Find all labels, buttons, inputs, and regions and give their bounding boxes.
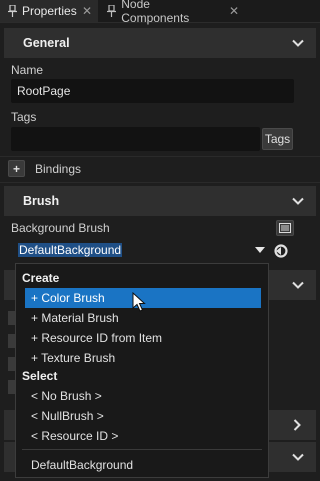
mouse-cursor-icon (132, 292, 146, 312)
name-field[interactable]: RootPage (11, 79, 294, 103)
pin-icon[interactable] (106, 5, 117, 17)
menu-group-create: Create (22, 271, 60, 285)
tags-button[interactable]: Tags (262, 128, 293, 150)
background-brush-label: Background Brush (11, 221, 110, 235)
chevron-down-icon[interactable] (292, 37, 304, 49)
section-brush-header[interactable]: Brush (4, 186, 316, 216)
divider (0, 182, 320, 183)
reset-icon[interactable] (273, 243, 289, 259)
chevron-right-icon[interactable] (291, 419, 303, 431)
chevron-down-icon[interactable] (292, 195, 304, 207)
divider (0, 156, 320, 157)
menu-item-no-brush[interactable]: < No Brush > (25, 386, 261, 406)
tab-bar: Properties ✕ Node Components ✕ (0, 0, 320, 25)
tags-label: Tags (11, 110, 37, 124)
tab-properties[interactable]: Properties ✕ (0, 0, 98, 22)
menu-item-default-background[interactable]: DefaultBackground (25, 455, 261, 475)
name-field-value: RootPage (17, 84, 71, 98)
menu-item-nullbrush[interactable]: < NullBrush > (25, 406, 261, 426)
dropdown-selected-value: DefaultBackground (18, 243, 123, 257)
section-title: General (23, 36, 70, 50)
menu-group-select: Select (22, 369, 58, 383)
menu-item-texture-brush[interactable]: + Texture Brush (25, 348, 261, 368)
brush-editor-icon (279, 223, 291, 233)
plus-icon: + (12, 161, 20, 176)
dropdown-arrow-icon[interactable] (255, 247, 265, 254)
pin-icon[interactable] (6, 5, 18, 17)
section-title: Brush (23, 194, 60, 208)
chevron-down-icon[interactable] (292, 451, 304, 463)
add-binding-button[interactable]: + (8, 160, 25, 177)
close-icon[interactable]: ✕ (82, 4, 92, 18)
close-icon[interactable]: ✕ (229, 4, 239, 18)
tab-properties-label: Properties (22, 4, 77, 18)
section-general-header[interactable]: General (4, 28, 316, 58)
background-brush-dropdown[interactable]: DefaultBackground (15, 240, 269, 262)
bindings-label: Bindings (35, 162, 82, 176)
tab-node-components[interactable]: Node Components ✕ (100, 0, 245, 25)
chevron-down-icon[interactable] (292, 279, 304, 291)
tab-node-components-label: Node Components (121, 0, 190, 25)
tags-field[interactable] (11, 127, 260, 151)
menu-item-resource-id[interactable]: < Resource ID > (25, 426, 261, 446)
menu-item-resource-id-from-item[interactable]: + Resource ID from Item (25, 328, 261, 348)
brush-editor-button[interactable] (276, 220, 294, 236)
menu-divider (22, 449, 262, 450)
name-label: Name (11, 63, 44, 77)
